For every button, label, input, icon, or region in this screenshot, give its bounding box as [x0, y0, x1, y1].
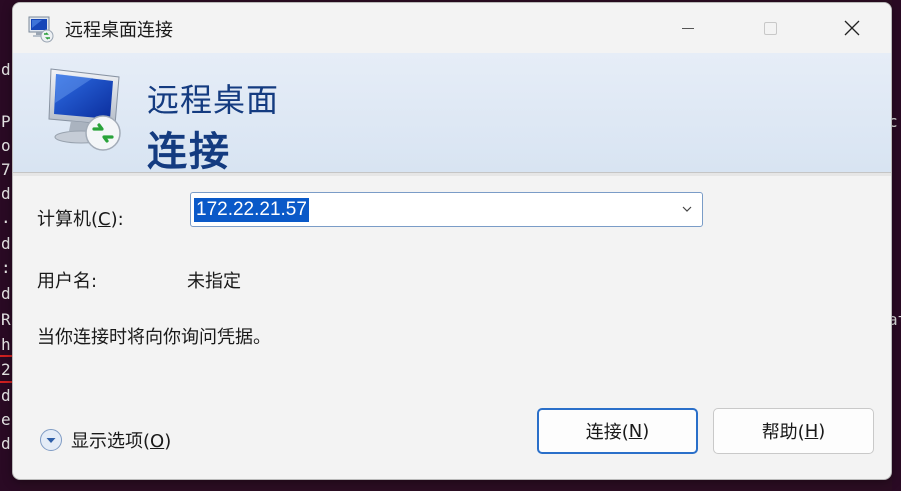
terminal-char: 7	[1, 160, 11, 179]
terminal-char: P	[1, 112, 11, 131]
terminal-char: d	[1, 184, 11, 203]
terminal-char: o	[1, 136, 11, 155]
minimize-button[interactable]	[647, 3, 729, 53]
maximize-icon	[763, 21, 777, 35]
username-label: 用户名:	[37, 271, 98, 292]
remote-desktop-dialog: 远程桌面连接 远程桌面 连接 计算机(C): 172.22.21.57 用户名:…	[12, 2, 892, 480]
connect-end: )	[642, 420, 650, 442]
remote-desktop-monitor-icon	[48, 68, 121, 151]
close-button[interactable]	[811, 3, 891, 53]
show-options-text: 显示选项(	[71, 431, 151, 452]
remote-desktop-app-icon	[28, 16, 54, 43]
username-value: 未指定	[187, 271, 241, 292]
terminal-char: R	[1, 310, 11, 329]
terminal-char: d	[1, 60, 11, 79]
banner-title-line2: 连接	[147, 129, 231, 175]
terminal-char: d	[1, 234, 11, 253]
terminal-char: .	[1, 208, 11, 227]
show-options-toggle[interactable]: 显示选项(O)	[39, 427, 171, 453]
computer-label: 计算机(C):	[37, 205, 124, 231]
background-terminal-right: c at	[892, 0, 901, 491]
close-icon	[844, 20, 860, 36]
terminal-char: d	[1, 434, 11, 453]
banner-title-line1: 远程桌面	[147, 81, 280, 119]
show-options-hotkey: O	[150, 431, 165, 452]
computer-label-hotkey: C	[98, 209, 111, 230]
help-end: )	[818, 420, 826, 442]
help-hotkey: H	[804, 420, 819, 442]
terminal-char: h	[1, 335, 11, 354]
chevron-down-icon[interactable]	[680, 202, 694, 216]
window-title: 远程桌面连接	[65, 20, 173, 41]
expand-circle-icon[interactable]	[39, 428, 63, 452]
computer-input-value[interactable]: 172.22.21.57	[194, 198, 309, 222]
computer-label-text: 计算机(	[37, 209, 99, 230]
credentials-note: 当你连接时将向你询问凭据。	[37, 327, 271, 348]
terminal-char: :	[1, 258, 11, 277]
terminal-char: d	[1, 284, 11, 303]
computer-label-end: ):	[110, 209, 124, 230]
show-options-label[interactable]: 显示选项(O)	[71, 427, 171, 453]
header-banner: 远程桌面 连接	[13, 53, 891, 176]
terminal-char: at	[892, 310, 901, 329]
help-button[interactable]: 帮助(H)	[713, 408, 874, 454]
connect-label: 连接(	[585, 422, 629, 443]
help-label: 帮助(	[761, 422, 805, 443]
terminal-char: e	[1, 410, 11, 429]
title-bar[interactable]: 远程桌面连接	[13, 3, 891, 53]
show-options-end: )	[164, 431, 172, 452]
terminal-char: d	[1, 386, 11, 405]
connect-hotkey: N	[628, 420, 643, 442]
terminal-char: c	[892, 112, 898, 131]
maximize-button	[729, 3, 811, 53]
computer-combobox[interactable]: 172.22.21.57	[190, 192, 703, 227]
minimize-icon	[682, 27, 694, 29]
terminal-char: 2	[1, 360, 11, 379]
connect-button[interactable]: 连接(N)	[537, 408, 698, 454]
